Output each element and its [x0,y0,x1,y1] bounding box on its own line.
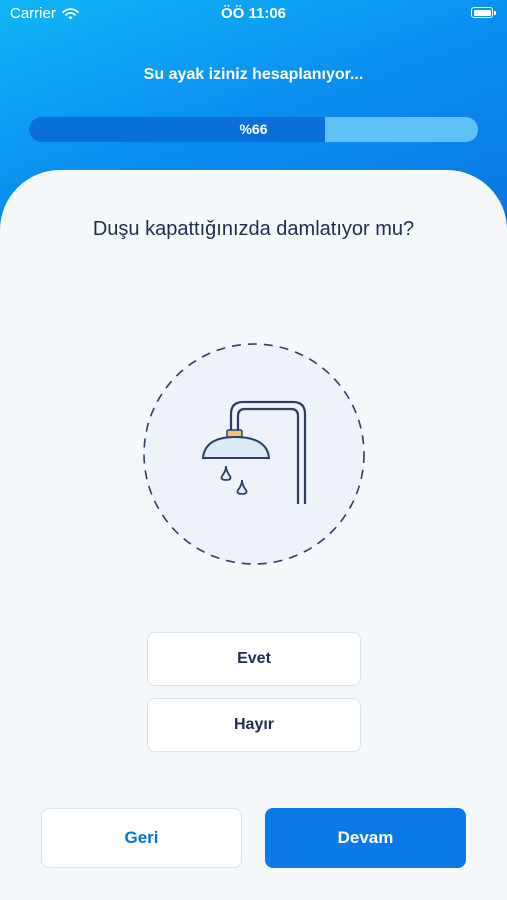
progress-label: %66 [239,121,268,137]
shower-head-icon [143,343,365,565]
progress-title: Su ayak iziniz hesaplanıyor... [143,66,364,83]
next-button[interactable]: Devam [265,808,466,868]
answer-no-button[interactable]: Hayır [147,698,361,752]
battery-icon [471,7,496,18]
question-text: Duşu kapattığınızda damlatıyor mu? [92,218,415,240]
status-time: ÖÖ 11:06 [220,5,287,22]
progress-bar: %66 [29,117,478,142]
answer-yes-button[interactable]: Evet [147,632,361,686]
back-button[interactable]: Geri [41,808,242,868]
status-bar: Carrier ÖÖ 11:06 [0,0,507,28]
